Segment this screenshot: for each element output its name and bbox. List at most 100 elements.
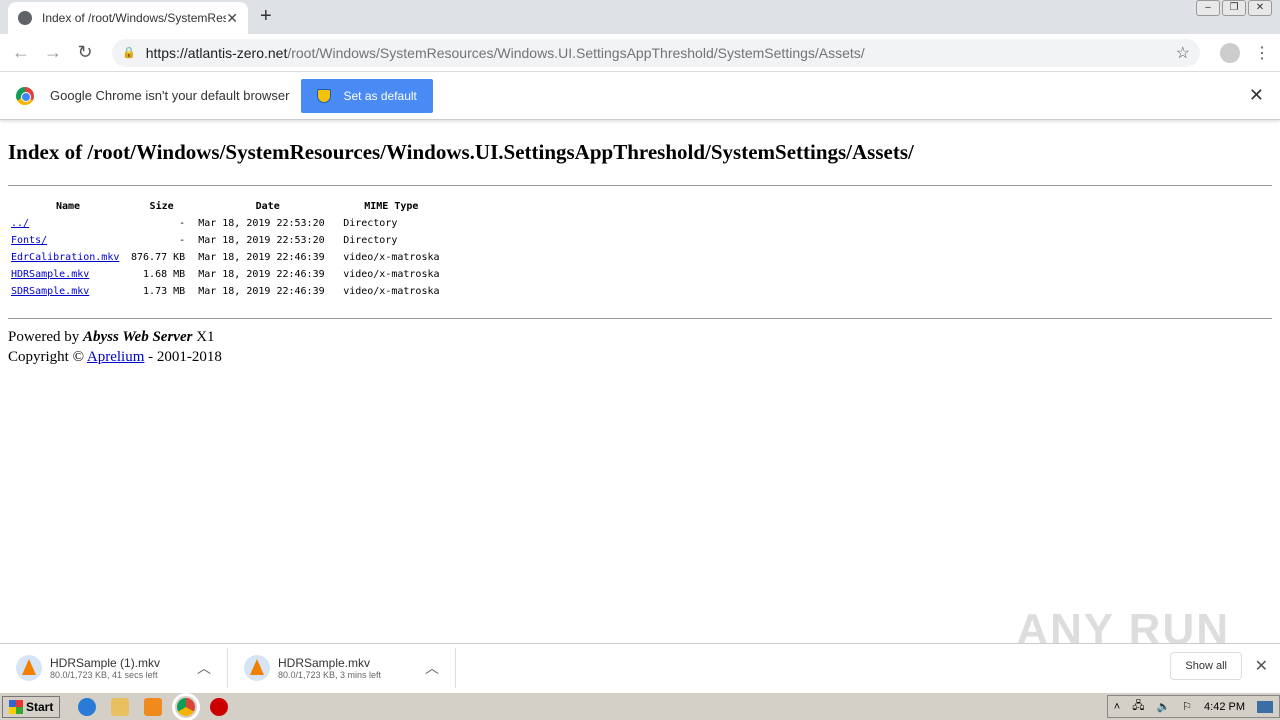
table-row: HDRSample.mkv 1.68 MB Mar 18, 2019 22:46:3… <box>8 266 443 283</box>
ie-icon[interactable] <box>78 697 97 716</box>
footer: Powered by Abyss Web Server X1 Copyright… <box>8 327 1272 367</box>
divider <box>8 185 1272 186</box>
globe-icon <box>18 11 32 25</box>
menu-icon[interactable]: ⋮ <box>1254 43 1270 63</box>
file-link[interactable]: Fonts/ <box>11 235 47 246</box>
forward-button[interactable]: → <box>42 42 64 63</box>
table-row: SDRSample.mkv 1.73 MB Mar 18, 2019 22:46:3… <box>8 283 443 300</box>
download-shelf: HDRSample (1).mkv 80.0/1,723 KB, 41 secs … <box>0 643 1280 692</box>
default-browser-infobar: Google Chrome isn't your default browser… <box>0 72 1280 120</box>
vlc-file-icon <box>16 655 42 681</box>
show-all-button[interactable]: Show all <box>1170 652 1242 680</box>
system-tray: ˄ 🖧 🔈 ⚐ 4:42 PM <box>1106 695 1280 718</box>
chevron-up-icon[interactable]: ︿ <box>197 658 211 678</box>
clock[interactable]: 4:42 PM <box>1204 701 1245 713</box>
file-link[interactable]: ../ <box>11 218 29 229</box>
file-type: video/x-matroska <box>343 286 440 297</box>
file-name: Fonts/ <box>8 232 128 249</box>
aprelium-link[interactable]: Aprelium <box>87 349 145 365</box>
lock-icon: 🔒 <box>122 47 136 59</box>
server-version: X1 <box>192 329 215 345</box>
file-type: video/x-matroska <box>343 269 440 280</box>
vlc-file-icon <box>244 655 270 681</box>
set-default-label: Set as default <box>343 88 417 103</box>
table-row: EdrCalibration.mkv 876.77 KB Mar 18, 2019 … <box>8 249 443 266</box>
start-label: Start <box>26 699 54 714</box>
file-date: Mar 18, 2019 22:46:39 <box>198 269 325 280</box>
page-title: Index of /root/Windows/SystemResources/W… <box>8 140 914 164</box>
file-date: Mar 18, 2019 22:53:20 <box>198 218 325 229</box>
tab-active[interactable]: Index of /root/Windows/SystemResources/W… <box>8 2 248 34</box>
file-link[interactable]: SDRSample.mkv <box>11 286 89 297</box>
download-status: 80.0/1,723 KB, 3 mins left <box>278 670 382 680</box>
file-name: HDRSample.mkv <box>8 266 128 283</box>
windows-logo-icon <box>9 699 23 714</box>
file-type: Directory <box>343 235 398 246</box>
url-path: /root/Windows/SystemResources/Windows.UI… <box>287 44 865 61</box>
file-date: Mar 18, 2019 22:53:20 <box>198 235 325 246</box>
chrome-logo-icon <box>16 86 34 105</box>
file-size: 1.73 MB <box>143 286 186 297</box>
file-type: Directory <box>343 218 398 229</box>
file-name: ../ <box>8 215 128 232</box>
file-link[interactable]: EdrCalibration.mkv <box>11 252 119 263</box>
explorer-icon[interactable] <box>111 697 130 716</box>
file-link[interactable]: HDRSample.mkv <box>11 269 89 280</box>
opera-icon[interactable] <box>210 697 229 716</box>
set-as-default-button[interactable]: Set as default <box>301 78 433 113</box>
table-row: Fonts/ - Mar 18, 2019 22:53:20 Directory <box>8 232 443 249</box>
download-name: HDRSample (1).mkv <box>50 656 161 670</box>
server-name: Abyss Web Server <box>83 329 193 345</box>
col-size: Size <box>149 201 174 212</box>
download-name: HDRSample.mkv <box>278 656 371 670</box>
taskbar: Start ˄ 🖧 🔈 ⚐ 4:42 PM <box>0 692 1280 720</box>
media-player-icon[interactable] <box>144 697 163 716</box>
network-icon[interactable]: 🖧 <box>1132 697 1144 716</box>
close-window-button[interactable]: ✕ <box>1248 0 1272 16</box>
table-row: ../ - Mar 18, 2019 22:53:20 Directory <box>8 215 443 232</box>
chevron-up-icon[interactable]: ︿ <box>425 658 439 678</box>
tab-title: Index of /root/Windows/SystemResources/W… <box>42 11 227 25</box>
file-size: 876.77 KB <box>131 252 186 263</box>
bookmark-star-icon[interactable]: ☆ <box>1176 43 1190 63</box>
close-tab-icon[interactable]: ✕ <box>226 10 238 27</box>
volume-icon[interactable]: 🔈 <box>1156 700 1170 713</box>
page-content: Index of /root/Windows/SystemResources/W… <box>0 140 1280 367</box>
file-listing: Name Size Date MIME Type ../ - Mar 18, 201… <box>8 198 443 300</box>
close-shelf-icon[interactable]: ✕ <box>1255 656 1268 676</box>
powered-by: Powered by <box>8 329 83 345</box>
restore-button[interactable]: ❐ <box>1222 0 1246 16</box>
tab-strip: Index of /root/Windows/SystemResources/W… <box>0 0 1280 34</box>
action-center-flag-icon[interactable]: ⚐ <box>1182 700 1192 713</box>
file-name: SDRSample.mkv <box>8 283 128 300</box>
show-desktop-icon[interactable] <box>1257 700 1273 713</box>
start-button[interactable]: Start <box>2 695 61 718</box>
browser-toolbar: ← → ↻ 🔒 https://atlantis-zero.net/root/W… <box>0 34 1280 72</box>
shield-icon <box>317 88 332 103</box>
minimize-button[interactable]: – <box>1196 0 1220 16</box>
file-date: Mar 18, 2019 22:46:39 <box>198 252 325 263</box>
tray-expand-icon[interactable]: ˄ <box>1114 701 1120 713</box>
file-size: - <box>179 218 186 229</box>
copyright-years: - 2001-2018 <box>144 349 222 365</box>
col-type: MIME Type <box>364 201 419 212</box>
file-name: EdrCalibration.mkv <box>8 249 128 266</box>
profile-avatar[interactable] <box>1220 42 1240 63</box>
close-infobar-icon[interactable]: ✕ <box>1249 85 1264 106</box>
file-date: Mar 18, 2019 22:46:39 <box>198 286 325 297</box>
address-bar[interactable]: 🔒 https://atlantis-zero.net/root/Windows… <box>112 38 1200 67</box>
chrome-taskbar-icon[interactable] <box>172 692 201 720</box>
file-type: video/x-matroska <box>343 252 440 263</box>
new-tab-button[interactable]: + <box>260 5 272 28</box>
infobar-message: Google Chrome isn't your default browser <box>50 88 290 103</box>
download-item[interactable]: HDRSample (1).mkv 80.0/1,723 KB, 41 secs … <box>0 648 228 688</box>
reload-button[interactable]: ↻ <box>74 42 96 63</box>
url-host: https://atlantis-zero.net <box>145 44 288 61</box>
divider <box>8 318 1272 319</box>
download-status: 80.0/1,723 KB, 41 secs left <box>50 670 158 680</box>
download-item[interactable]: HDRSample.mkv 80.0/1,723 KB, 3 mins left … <box>228 648 456 688</box>
col-date: Date <box>255 201 280 212</box>
back-button[interactable]: ← <box>10 42 32 63</box>
file-size: 1.68 MB <box>143 269 186 280</box>
copyright: Copyright © <box>8 349 87 365</box>
